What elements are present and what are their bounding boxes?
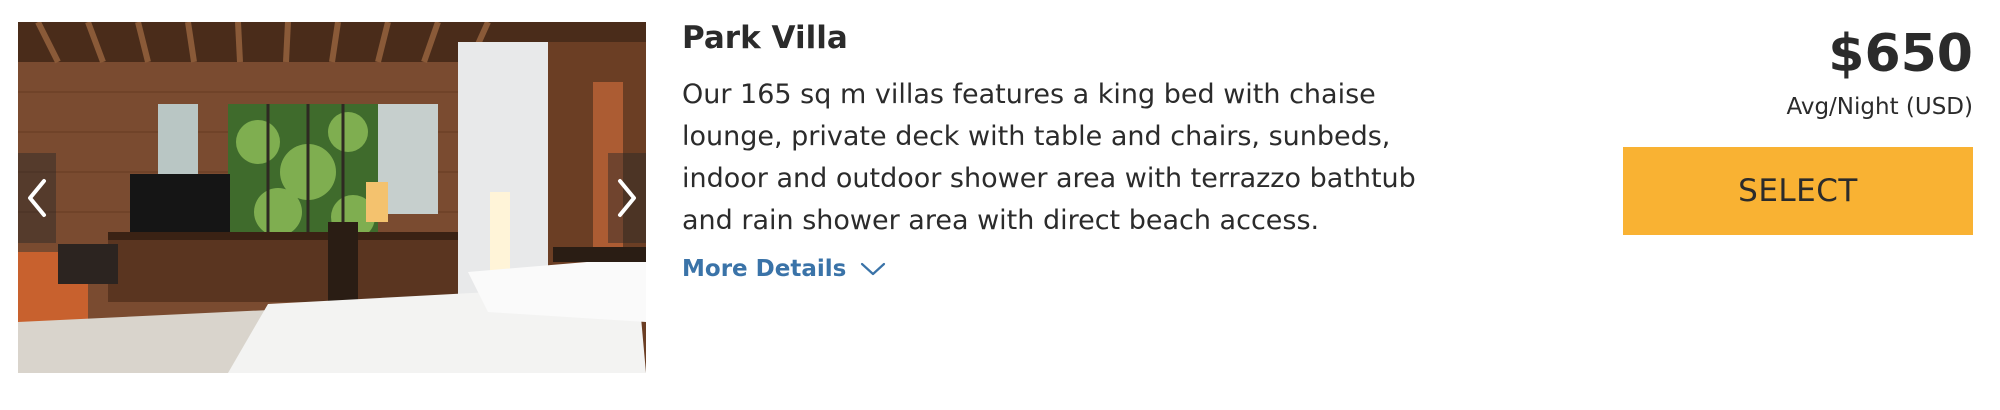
photo-prev-button[interactable] <box>18 153 56 243</box>
room-photo <box>18 22 646 373</box>
room-title: Park Villa <box>682 20 848 56</box>
room-photo-carousel <box>18 22 646 373</box>
room-description: Our 165 sq m villas features a king bed … <box>682 79 1416 236</box>
chevron-left-icon <box>28 179 46 217</box>
more-details-label: More Details <box>682 256 847 282</box>
more-details-link[interactable]: More Details <box>682 252 886 286</box>
chevron-down-icon <box>861 262 886 276</box>
room-price: $650 <box>1828 24 1973 84</box>
price-rate-note: Avg/Night (USD) <box>1786 94 1973 120</box>
room-card: Park Villa Our 165 sq m villas features … <box>0 0 2000 410</box>
chevron-right-icon <box>618 179 636 217</box>
photo-next-button[interactable] <box>608 153 646 243</box>
select-room-button[interactable]: SELECT <box>1623 147 1973 235</box>
